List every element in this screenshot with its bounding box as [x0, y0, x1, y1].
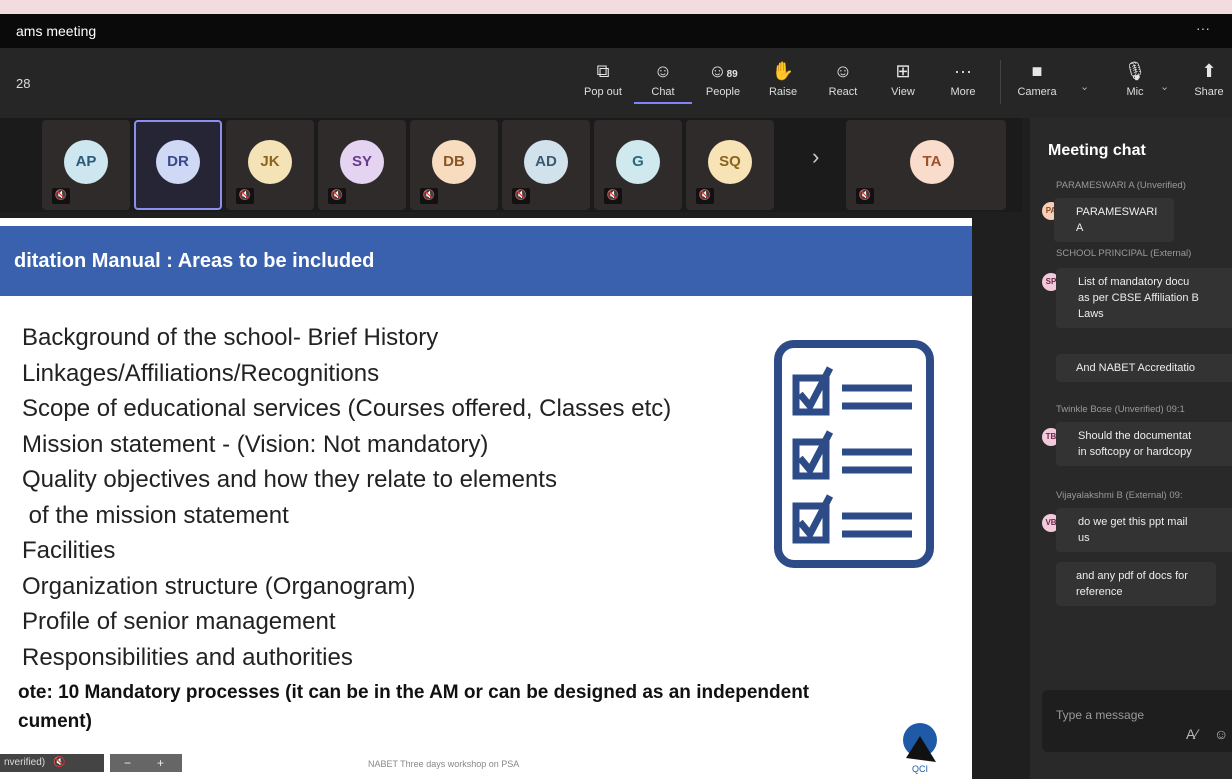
mic-muted-icon: 🔇: [420, 188, 438, 204]
shared-slide: ditation Manual : Areas to be included B…: [0, 218, 972, 779]
list-item: Responsibilities and authorities: [22, 643, 353, 671]
avatar: SQ: [708, 140, 752, 184]
people-icon: ☺: [708, 61, 727, 81]
view-icon: ⊞: [895, 61, 911, 81]
chat-message: do we get this ppt mail us: [1056, 508, 1232, 552]
message-input[interactable]: Type a message A∕ ☺: [1042, 690, 1232, 752]
camera-button[interactable]: ■ Camera: [1014, 60, 1060, 98]
list-item: Scope of educational services (Courses o…: [22, 395, 672, 422]
svg-text:QCI: QCI: [912, 764, 928, 774]
chat-button[interactable]: ☺ Chat: [634, 60, 692, 104]
slide-heading-bar: ditation Manual : Areas to be included: [0, 226, 972, 296]
presenter-pill: nverified) 🔇: [0, 754, 104, 772]
window-title: ams meeting: [16, 23, 97, 39]
message-meta: Vijayalakshmi B (External) 09:: [1056, 490, 1183, 501]
more-icon: ···: [954, 61, 972, 81]
avatar: AD: [524, 140, 568, 184]
slide-note: ote: 10 Mandatory processes (it can be i…: [18, 682, 810, 732]
avatar: DR: [156, 140, 200, 184]
chat-message: List of mandatory docu as per CBSE Affil…: [1056, 268, 1232, 328]
people-count: 89: [726, 69, 738, 80]
camera-options-chevron-icon[interactable]: ⌄: [1080, 80, 1089, 93]
zoom-in-icon[interactable]: +: [157, 756, 164, 770]
view-button[interactable]: ⊞ View: [874, 60, 932, 98]
mic-muted-icon: 🔇: [696, 188, 714, 204]
message-meta: PARAMESWARI A (Unverified): [1056, 180, 1186, 191]
chat-message: Should the documentat in softcopy or har…: [1056, 422, 1232, 466]
list-item: Organization structure (Organogram): [22, 572, 416, 600]
list-item: Quality objectives and how they relate t…: [22, 466, 557, 493]
participant-tile[interactable]: JK 🔇: [226, 120, 314, 210]
avatar: JK: [248, 140, 292, 184]
chat-title: Meeting chat: [1048, 142, 1146, 159]
camera-off-icon: ■: [1031, 61, 1043, 81]
mic-muted-icon: 🔇: [604, 188, 622, 204]
raise-hand-icon: ✋: [771, 61, 795, 81]
mic-muted-icon: 🔇: [512, 188, 530, 204]
mic-muted-icon: 🔇: [856, 188, 874, 204]
more-button[interactable]: ··· More: [934, 60, 992, 98]
participant-tile[interactable]: AD 🔇: [502, 120, 590, 210]
mic-muted-icon: 🔇: [53, 757, 66, 768]
meeting-toolbar: 28 ⧉ Pop out ☺ Chat ☺89 People ✋ Raise ☺…: [0, 48, 1232, 118]
list-item: Background of the school- Brief History: [22, 324, 439, 351]
participant-tile[interactable]: G 🔇: [594, 120, 682, 210]
participant-tile[interactable]: SQ 🔇: [686, 120, 774, 210]
participant-strip: AP 🔇 DR JK 🔇 SY 🔇 DB 🔇 AD 🔇 G 🔇 SQ 🔇 › T…: [0, 118, 1022, 212]
next-participants-chevron-icon[interactable]: ›: [812, 144, 819, 170]
chat-icon: ☺: [653, 61, 673, 81]
raise-hand-button[interactable]: ✋ Raise: [754, 60, 812, 98]
slide-heading: ditation Manual : Areas to be included: [14, 250, 375, 272]
participant-tile-selected[interactable]: DR: [134, 120, 222, 210]
pop-out-button[interactable]: ⧉ Pop out: [574, 60, 632, 98]
slide-bullet-list: Background of the school- Brief History …: [22, 320, 671, 675]
avatar: DB: [432, 140, 476, 184]
slide-footer: NABET Three days workshop on PSA: [368, 759, 520, 769]
people-button[interactable]: ☺89 People: [694, 60, 752, 98]
message-meta: SCHOOL PRINCIPAL (External): [1056, 248, 1192, 259]
list-item: of the mission statement: [22, 501, 289, 529]
share-button[interactable]: ⬆ Share: [1186, 60, 1232, 98]
list-item: Facilities: [22, 537, 116, 564]
meeting-timer: 28: [16, 76, 31, 91]
avatar: SY: [340, 140, 384, 184]
format-icon[interactable]: A∕: [1186, 726, 1198, 742]
toolbar-divider: [1000, 60, 1001, 104]
participant-tile[interactable]: SY 🔇: [318, 120, 406, 210]
chat-message: and any pdf of docs for reference: [1056, 562, 1216, 606]
avatar: TA: [910, 140, 954, 184]
avatar: G: [616, 140, 660, 184]
mic-off-icon: 🎙: [1123, 61, 1147, 81]
participant-tile[interactable]: TA 🔇: [846, 120, 1006, 210]
more-options-icon[interactable]: ···: [1196, 20, 1210, 36]
participant-tile[interactable]: AP 🔇: [42, 120, 130, 210]
message-placeholder: Type a message: [1056, 708, 1145, 722]
zoom-controls[interactable]: − +: [110, 754, 182, 772]
mic-muted-icon: 🔇: [328, 188, 346, 204]
qci-logo: QCI: [892, 718, 948, 774]
chat-message: PARAMESWARI A: [1054, 198, 1174, 242]
teams-window: ams meeting ··· 28 ⧉ Pop out ☺ Chat ☺89 …: [0, 14, 1232, 779]
pop-out-icon: ⧉: [596, 61, 610, 81]
mic-options-chevron-icon[interactable]: ⌄: [1160, 80, 1169, 93]
participant-tile[interactable]: DB 🔇: [410, 120, 498, 210]
share-icon: ⬆: [1201, 61, 1217, 81]
emoji-icon[interactable]: ☺: [1214, 726, 1228, 742]
meeting-chat-panel: Meeting chat PARAMESWARI A (Unverified) …: [1030, 118, 1232, 779]
avatar: AP: [64, 140, 108, 184]
zoom-out-icon[interactable]: −: [124, 756, 131, 770]
list-item: Profile of senior management: [22, 608, 336, 635]
react-icon: ☺: [833, 61, 853, 81]
react-button[interactable]: ☺ React: [814, 60, 872, 98]
list-item: Mission statement - (Vision: Not mandato…: [22, 430, 489, 458]
chat-message: And NABET Accreditatio: [1056, 354, 1232, 382]
title-bar: ams meeting ···: [0, 14, 1232, 48]
list-item: Linkages/Affiliations/Recognitions: [22, 359, 380, 387]
mic-button[interactable]: 🎙 Mic: [1112, 60, 1158, 98]
checklist-icon: [774, 340, 934, 568]
mic-muted-icon: 🔇: [52, 188, 70, 204]
message-meta: Twinkle Bose (Unverified) 09:1: [1056, 404, 1185, 415]
mic-muted-icon: 🔇: [236, 188, 254, 204]
